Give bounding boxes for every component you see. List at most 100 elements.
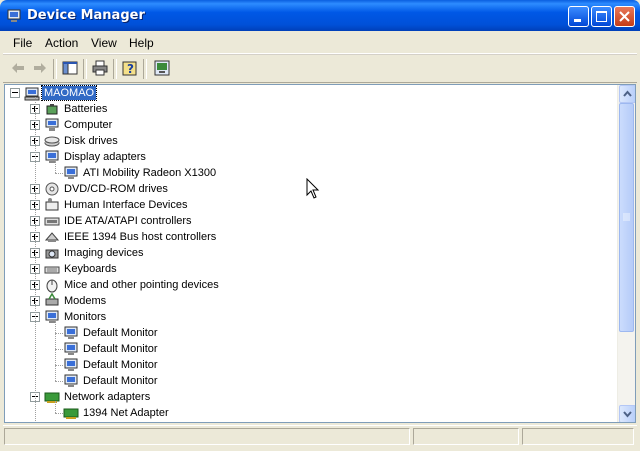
tree-device-label[interactable]: Default Monitor	[81, 374, 160, 388]
tree-device-item[interactable]: Default Monitor	[5, 341, 605, 357]
tree-category-label[interactable]: Batteries	[62, 102, 109, 116]
tree-device-label[interactable]: ATI Mobility Radeon X1300	[81, 166, 218, 180]
tree-category-label[interactable]: Disk drives	[62, 134, 120, 148]
monitor-icon	[64, 358, 78, 371]
tree-category-ieee-1394-bus-host-controllers[interactable]: IEEE 1394 Bus host controllers	[5, 229, 605, 245]
window-title: Device Manager	[27, 8, 145, 23]
tree-category-computer[interactable]: Computer	[5, 117, 605, 133]
tree-device-item[interactable]: Default Monitor	[5, 357, 605, 373]
show-hide-console-tree-icon[interactable]	[61, 59, 79, 77]
device-tree-panel: MAOMAO Batteries Computer Disk drives Displa…	[4, 84, 636, 423]
collapse-icon[interactable]	[10, 88, 20, 98]
toolbar-separator	[143, 59, 147, 79]
cdrom-icon	[45, 182, 59, 196]
display-adapter-icon	[45, 150, 59, 163]
help-icon[interactable]: ?	[121, 59, 139, 77]
tree-category-dvd-cd-rom-drives[interactable]: DVD/CD-ROM drives	[5, 181, 605, 197]
tree-device-label[interactable]: 1394 Net Adapter	[81, 406, 171, 420]
minimize-icon	[574, 19, 581, 22]
tree-connector-line	[55, 381, 63, 382]
tree-connector-line	[55, 413, 63, 414]
tree-category-label[interactable]: Mice and other pointing devices	[62, 278, 221, 292]
tree-connector-line	[55, 365, 63, 366]
tree-category-label[interactable]: Keyboards	[62, 262, 119, 276]
hid-icon	[45, 198, 59, 211]
scrollbar-grip-icon	[623, 213, 630, 221]
vertical-scrollbar[interactable]	[617, 85, 635, 422]
monitor-icon	[64, 374, 78, 387]
tree-category-monitors[interactable]: Monitors	[5, 309, 605, 325]
status-pane-2	[413, 428, 519, 445]
tree-connector-line	[55, 161, 56, 173]
forward-arrow-icon[interactable]	[31, 59, 49, 77]
tree-connector-line	[55, 401, 56, 413]
scrollbar-thumb[interactable]	[619, 103, 634, 332]
tree-device-label[interactable]: Default Monitor	[81, 358, 160, 372]
scroll-up-button[interactable]	[619, 85, 635, 103]
monitor-icon	[45, 310, 59, 323]
menu-action[interactable]: Action	[45, 36, 78, 50]
menu-file[interactable]: File	[13, 36, 32, 50]
battery-icon	[46, 104, 58, 115]
mouse-cursor-icon	[306, 178, 320, 199]
tree-category-ide-ata-atapi-controllers[interactable]: IDE ATA/ATAPI controllers	[5, 213, 605, 229]
tree-category-label[interactable]: Computer	[62, 118, 114, 132]
tree-device-label[interactable]: Default Monitor	[81, 326, 160, 340]
maximize-button[interactable]	[591, 6, 612, 27]
keyboard-icon	[44, 266, 60, 274]
display-adapter-icon	[64, 166, 78, 179]
network-adapter-icon	[44, 392, 60, 403]
camera-icon	[45, 249, 59, 259]
network-adapter-icon	[63, 408, 79, 419]
tree-device-item[interactable]: 1394 Net Adapter	[5, 405, 605, 421]
tree-category-imaging-devices[interactable]: Imaging devices	[5, 245, 605, 261]
maximize-icon	[596, 11, 607, 22]
tree-category-label[interactable]: Network adapters	[62, 390, 152, 404]
modem-icon	[45, 293, 59, 306]
device-manager-window: Device Manager File Action View Help ? M…	[0, 0, 640, 451]
menu-bar: File Action View Help	[3, 31, 637, 54]
status-pane-main	[4, 428, 410, 445]
tree-device-label[interactable]: Default Monitor	[81, 342, 160, 356]
properties-icon[interactable]	[153, 59, 171, 77]
menu-help[interactable]: Help	[129, 36, 154, 50]
tree-category-display-adapters[interactable]: Display adapters	[5, 149, 605, 165]
minimize-button[interactable]	[568, 6, 589, 27]
tree-category-label[interactable]: IEEE 1394 Bus host controllers	[62, 230, 218, 244]
back-arrow-icon[interactable]	[9, 59, 27, 77]
toolbar-separator	[53, 59, 57, 79]
tree-connector-line	[55, 173, 63, 174]
scroll-down-button[interactable]	[619, 405, 635, 422]
print-icon[interactable]	[91, 59, 109, 77]
tree-device-item[interactable]: Default Monitor	[5, 325, 605, 341]
tree-category-label[interactable]: Display adapters	[62, 150, 148, 164]
tree-root-node[interactable]: MAOMAO	[5, 85, 605, 101]
menu-view[interactable]: View	[91, 36, 117, 50]
tree-category-label[interactable]: Imaging devices	[62, 246, 146, 260]
tree-category-network-adapters[interactable]: Network adapters	[5, 389, 605, 405]
tree-category-label[interactable]: DVD/CD-ROM drives	[62, 182, 170, 196]
tree-category-modems[interactable]: Modems	[5, 293, 605, 309]
tree-device-item[interactable]: ATI Mobility Radeon X1300	[5, 165, 605, 181]
tree-category-label[interactable]: IDE ATA/ATAPI controllers	[62, 214, 194, 228]
tree-category-mice-and-other-pointing-devices[interactable]: Mice and other pointing devices	[5, 277, 605, 293]
tree-category-label[interactable]: Human Interface Devices	[62, 198, 190, 212]
ide-controller-icon	[44, 217, 60, 226]
device-tree: MAOMAO Batteries Computer Disk drives Displa…	[5, 85, 619, 422]
scroll-up-arrow-icon	[623, 90, 632, 97]
tree-category-keyboards[interactable]: Keyboards	[5, 261, 605, 277]
tree-connector-line	[55, 333, 63, 334]
close-button[interactable]	[614, 6, 635, 27]
computer-icon	[24, 87, 40, 101]
tree-category-batteries[interactable]: Batteries	[5, 101, 605, 117]
tree-category-human-interface-devices[interactable]: Human Interface Devices	[5, 197, 605, 213]
tree-category-disk-drives[interactable]: Disk drives	[5, 133, 605, 149]
close-icon	[619, 11, 630, 22]
title-bar[interactable]: Device Manager	[0, 0, 640, 31]
tree-category-label[interactable]: Monitors	[62, 310, 108, 324]
tree-connector-line	[55, 321, 56, 381]
tree-device-item[interactable]: Default Monitor	[5, 373, 605, 389]
status-bar	[3, 425, 637, 448]
tree-root-label[interactable]: MAOMAO	[40, 85, 98, 101]
tree-category-label[interactable]: Modems	[62, 294, 108, 308]
